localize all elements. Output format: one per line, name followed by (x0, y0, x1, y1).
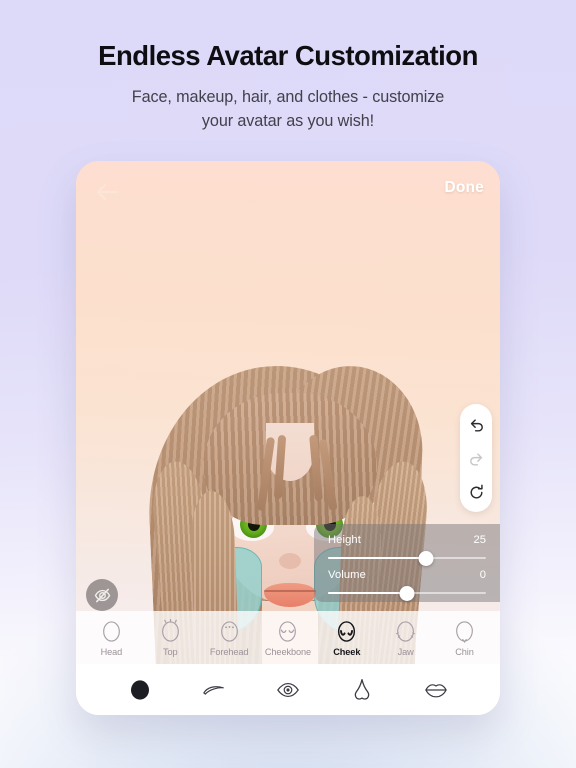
eyebrow-icon (203, 685, 224, 695)
history-tool-pill (460, 404, 492, 512)
face-forehead-icon (220, 620, 238, 642)
page-subtitle: Face, makeup, hair, and clothes - custom… (0, 86, 576, 133)
face-cheekbone-icon (279, 620, 297, 642)
reset-icon (470, 484, 483, 498)
slider-header-volume: Volume 0 (328, 569, 486, 581)
done-button[interactable]: Done (444, 179, 484, 197)
face-shape-icon (131, 679, 149, 700)
slider-label-height: Height (328, 534, 361, 546)
hide-ui-button[interactable] (86, 579, 118, 611)
face-jaw-icon (396, 620, 416, 642)
device-card: Done Height 25 Volume 0 Head Top Forehea… (76, 161, 500, 715)
avatar-lip-line (264, 590, 316, 592)
undo-icon (470, 418, 483, 432)
lips-icon (425, 683, 447, 697)
slider-label-volume: Volume (328, 569, 366, 581)
subtitle-line-1: Face, makeup, hair, and clothes - custom… (131, 88, 445, 107)
nose-button[interactable] (349, 677, 375, 703)
lips-button[interactable] (423, 677, 449, 703)
slider-fill-volume (328, 592, 407, 594)
undo-button[interactable] (467, 415, 485, 433)
feature-icon-bar (76, 664, 500, 715)
tab-head[interactable]: Head (84, 619, 138, 657)
subtitle-line-2: your avatar as you wish! (201, 111, 375, 130)
face-chin-icon (456, 620, 473, 643)
eye-off-icon (94, 588, 110, 602)
slider-row-height: Height 25 (328, 534, 486, 569)
tab-label-forehead: Forehead (209, 646, 249, 657)
nose-icon (354, 678, 370, 700)
slider-thumb-volume[interactable] (399, 586, 415, 601)
tab-chin[interactable]: Chin (437, 619, 491, 657)
redo-button[interactable] (467, 449, 485, 467)
tab-top[interactable]: Top (143, 618, 197, 657)
arrow-left-icon (97, 184, 118, 200)
redo-icon (469, 452, 482, 466)
avatar-nose (279, 553, 301, 569)
eye-icon (277, 682, 299, 697)
promo-page: Endless Avatar Customization Face, makeu… (0, 0, 576, 768)
face-part-tabstrip: Head Top Forehead Cheekbone Cheek Jaw Ch… (76, 611, 500, 664)
tab-label-jaw: Jaw (397, 646, 414, 657)
reset-button[interactable] (467, 483, 485, 501)
tab-forehead[interactable]: Forehead (202, 619, 256, 657)
app-top-bar: Done (76, 161, 500, 219)
slider-thumb-height[interactable] (418, 551, 434, 566)
slider-value-height: 25 (473, 534, 486, 546)
tab-cheek[interactable]: Cheek (320, 619, 374, 657)
tab-jaw[interactable]: Jaw (379, 619, 433, 657)
tab-label-top: Top (163, 646, 178, 657)
tab-label-cheek: Cheek (333, 646, 361, 657)
slider-header-height: Height 25 (328, 534, 486, 546)
slider-value-volume: 0 (479, 569, 486, 581)
eye-button[interactable] (275, 677, 301, 703)
back-button[interactable] (90, 177, 124, 207)
page-title: Endless Avatar Customization (98, 40, 478, 71)
face-head-icon (103, 620, 120, 642)
parameter-slider-panel: Height 25 Volume 0 (314, 524, 500, 602)
hair-part (266, 423, 314, 481)
slider-track-height[interactable] (328, 557, 486, 559)
promo-headline: Endless Avatar Customization Face, makeu… (0, 0, 576, 133)
eyebrow-button[interactable] (201, 677, 227, 703)
face-shape-button[interactable] (127, 677, 153, 703)
avatar-scene: Done Height 25 Volume 0 Head Top Forehea… (76, 161, 500, 715)
tab-label-chin: Chin (455, 646, 474, 657)
slider-fill-height (328, 557, 426, 559)
face-top-icon (161, 618, 179, 642)
tab-label-head: Head (100, 646, 123, 657)
tab-label-cheekbone: Cheekbone (264, 646, 311, 657)
slider-row-volume: Volume 0 (328, 569, 486, 604)
face-cheek-icon (338, 620, 356, 642)
tab-cheekbone[interactable]: Cheekbone (261, 619, 315, 657)
